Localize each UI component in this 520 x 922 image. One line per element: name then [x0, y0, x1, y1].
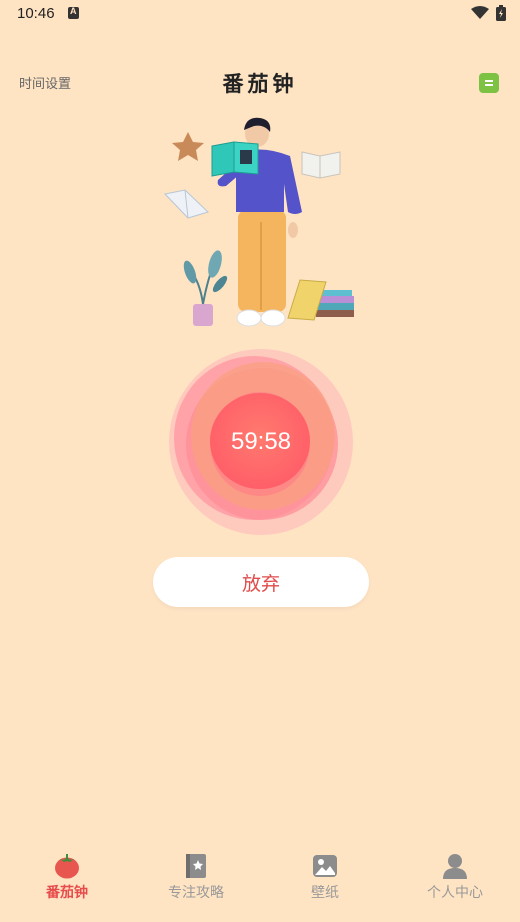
- tomato-icon: [55, 854, 79, 879]
- timer-display: 59:58: [230, 428, 292, 455]
- nav-label: 个人中心: [427, 885, 483, 901]
- page-title: 番茄钟: [222, 71, 298, 96]
- nav-profile[interactable]: 个人中心: [390, 848, 520, 904]
- status-time: 10:46: [17, 5, 55, 22]
- wifi-icon: [471, 6, 489, 19]
- status-bar: 10:46: [0, 0, 520, 28]
- note-icon[interactable]: [479, 73, 499, 93]
- nav-tomato-clock[interactable]: 番茄钟: [2, 848, 132, 904]
- nav-focus-guide[interactable]: 专注攻略: [131, 848, 261, 904]
- image-icon: [313, 855, 337, 877]
- battery-icon: [496, 5, 506, 21]
- reading-person-illustration: [164, 117, 354, 327]
- bottom-nav: 番茄钟 专注攻略 壁纸 个人中心: [0, 848, 520, 908]
- person-icon: [443, 854, 467, 879]
- header: 时间设置 番茄钟: [0, 60, 520, 104]
- nav-label: 壁纸: [311, 885, 339, 901]
- nav-label: 番茄钟: [46, 885, 88, 901]
- nav-wallpaper[interactable]: 壁纸: [260, 848, 390, 904]
- book-icon: [186, 854, 206, 878]
- notification-a-icon: [68, 6, 79, 19]
- give-up-button[interactable]: 放弃: [153, 557, 369, 607]
- nav-label: 专注攻略: [168, 885, 224, 901]
